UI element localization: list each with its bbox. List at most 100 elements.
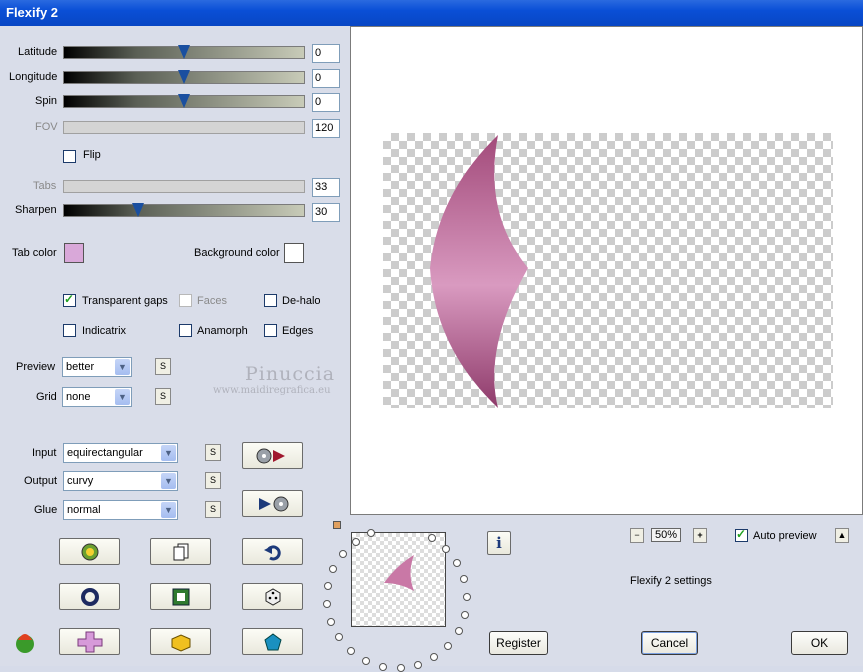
navigator-dot[interactable] xyxy=(414,660,423,669)
latitude-slider[interactable] xyxy=(63,45,305,59)
info-button[interactable]: i xyxy=(487,531,511,555)
longitude-label: Longitude xyxy=(9,71,58,83)
indicatrix-checkbox[interactable] xyxy=(63,324,76,337)
navigator-dot[interactable] xyxy=(396,663,405,672)
grid-select[interactable]: none ▼ xyxy=(62,387,132,407)
background-color-swatch[interactable] xyxy=(284,243,304,263)
slider-thumb[interactable] xyxy=(132,203,145,217)
output-s-button[interactable]: S xyxy=(205,472,221,489)
flip-label: Flip xyxy=(83,149,101,161)
ring-icon xyxy=(80,587,99,606)
glue-select[interactable]: normal ▼ xyxy=(63,500,178,520)
register-button[interactable]: Register xyxy=(489,631,548,655)
navigator-dot[interactable] xyxy=(324,582,332,591)
navigator-dot[interactable] xyxy=(323,600,332,609)
input-select[interactable]: equirectangular ▼ xyxy=(63,443,178,463)
navigator-handle[interactable] xyxy=(333,521,341,529)
output-label: Output xyxy=(24,475,58,487)
forward-disc-icon xyxy=(258,496,288,511)
watermark-url: www.maidiregrafica.eu xyxy=(213,385,331,396)
longitude-field[interactable]: 0 xyxy=(312,69,340,88)
glue-select-value: normal xyxy=(67,504,101,516)
info-icon: i xyxy=(496,534,502,552)
navigator-dot[interactable] xyxy=(327,617,336,626)
edges-label: Edges xyxy=(282,325,314,337)
square-icon xyxy=(172,588,189,605)
navigator-dot[interactable] xyxy=(428,533,437,542)
chevron-down-icon[interactable]: ▼ xyxy=(161,473,176,489)
sharpen-slider[interactable] xyxy=(63,203,305,217)
cross-icon xyxy=(77,631,102,652)
navigator-dot[interactable] xyxy=(338,549,347,558)
navigator-dot[interactable] xyxy=(430,653,439,662)
navigator-dot[interactable] xyxy=(453,558,462,567)
slider-thumb[interactable] xyxy=(178,45,190,59)
copy-icon xyxy=(173,543,188,560)
navigator-dot[interactable] xyxy=(329,565,338,574)
preview-s-button[interactable]: S xyxy=(155,358,171,375)
navigator-dot[interactable] xyxy=(335,633,344,642)
background-color-label: Background color xyxy=(194,247,280,259)
edges-checkbox[interactable] xyxy=(264,324,277,337)
cross-button[interactable] xyxy=(59,628,120,655)
title-bar: Flexify 2 xyxy=(0,0,863,26)
chevron-down-icon[interactable]: ▼ xyxy=(161,445,176,461)
anamorph-checkbox[interactable] xyxy=(179,324,192,337)
navigator-dot[interactable] xyxy=(347,646,356,655)
chevron-down-icon[interactable]: ▼ xyxy=(115,359,130,375)
chevron-down-icon[interactable]: ▼ xyxy=(115,389,130,405)
settings-label: Flexify 2 settings xyxy=(630,575,712,587)
fov-slider xyxy=(63,121,305,134)
navigator-dot[interactable] xyxy=(351,537,360,546)
spin-field[interactable]: 0 xyxy=(312,93,340,112)
navigator-dot[interactable] xyxy=(442,544,451,553)
disc-forward-button[interactable] xyxy=(242,442,303,469)
navigator-dot[interactable] xyxy=(378,662,387,671)
ok-button[interactable]: OK xyxy=(791,631,848,655)
ring-button[interactable] xyxy=(59,583,120,610)
latitude-field[interactable]: 0 xyxy=(312,44,340,63)
spin-slider[interactable] xyxy=(63,94,305,108)
collapse-button[interactable]: ▲ xyxy=(835,528,849,543)
indicatrix-label: Indicatrix xyxy=(82,325,127,337)
chevron-down-icon[interactable]: ▼ xyxy=(161,502,176,518)
auto-preview-checkbox[interactable] xyxy=(735,527,748,542)
output-select[interactable]: curvy ▼ xyxy=(63,471,178,491)
cube-button[interactable] xyxy=(150,628,211,655)
slider-thumb[interactable] xyxy=(178,70,190,84)
output-select-value: curvy xyxy=(67,475,94,487)
zoom-in-button[interactable]: + xyxy=(693,528,707,543)
flip-checkbox[interactable] xyxy=(63,150,76,163)
tab-color-swatch[interactable] xyxy=(64,243,84,263)
navigator-dot[interactable] xyxy=(361,656,370,665)
undo-icon xyxy=(263,544,281,560)
input-s-button[interactable]: S xyxy=(205,444,221,461)
longitude-slider[interactable] xyxy=(63,70,305,84)
thumbnail-preview[interactable] xyxy=(351,532,446,627)
slider-thumb[interactable] xyxy=(178,94,190,108)
main-preview[interactable] xyxy=(350,26,863,515)
navigator-dot[interactable] xyxy=(460,575,469,584)
dice-button[interactable] xyxy=(242,583,303,610)
navigator-dot[interactable] xyxy=(454,627,463,636)
navigator-dot[interactable] xyxy=(444,641,453,650)
copy-button[interactable] xyxy=(150,538,211,565)
preview-label: Preview xyxy=(16,361,56,373)
forward-disc-button[interactable] xyxy=(242,490,303,517)
undo-button[interactable] xyxy=(242,538,303,565)
grid-s-button[interactable]: S xyxy=(155,388,171,405)
preview-select[interactable]: better ▼ xyxy=(62,357,132,377)
zoom-out-button[interactable]: − xyxy=(630,528,644,543)
transparent-gaps-checkbox[interactable] xyxy=(63,292,76,307)
transparent-gaps-label: Transparent gaps xyxy=(82,295,168,307)
dehalo-checkbox[interactable] xyxy=(264,294,277,307)
sharpen-field[interactable]: 30 xyxy=(312,203,340,222)
cancel-button[interactable]: Cancel xyxy=(641,631,698,655)
square-button[interactable] xyxy=(150,583,211,610)
glue-s-button[interactable]: S xyxy=(205,501,221,518)
navigator-dot[interactable] xyxy=(462,592,471,601)
refresh-button[interactable] xyxy=(59,538,120,565)
navigator-dot[interactable] xyxy=(461,610,469,619)
tabs-field: 33 xyxy=(312,178,340,197)
pentagon-button[interactable] xyxy=(242,628,303,655)
